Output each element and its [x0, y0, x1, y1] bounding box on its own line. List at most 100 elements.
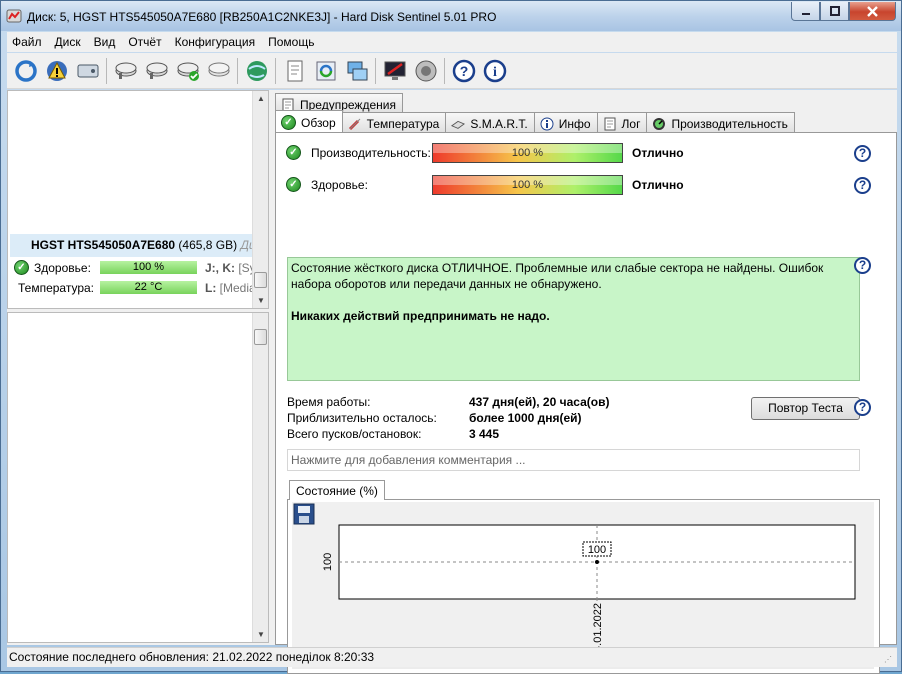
starts-value: 3 445: [469, 427, 500, 441]
save-chart-icon[interactable]: [293, 503, 315, 525]
maximize-button[interactable]: [820, 2, 849, 21]
check-icon: ✓: [286, 177, 301, 192]
check-icon: ✓: [281, 115, 296, 130]
data-label: 100: [588, 544, 606, 556]
scroll-up-icon[interactable]: ▲: [257, 94, 265, 103]
retest-help-icon[interactable]: ?: [854, 399, 871, 416]
tab-health-history[interactable]: Состояние (%): [289, 480, 385, 500]
window-title: Диск: 5, HGST HTS545050A7E680 [RB250A1C2…: [27, 10, 497, 24]
extended-test-button[interactable]: [172, 56, 203, 86]
maximize-icon: [829, 6, 840, 16]
performance-value: 100 %: [511, 147, 544, 159]
sync-button[interactable]: [310, 56, 341, 86]
help-button[interactable]: ?: [448, 56, 479, 86]
performance-help-icon[interactable]: ?: [854, 145, 871, 162]
menu-disk[interactable]: Диск: [50, 35, 89, 49]
retest-button[interactable]: Повтор Теста: [751, 397, 860, 420]
settings-button[interactable]: [379, 56, 410, 86]
short-test-button[interactable]: [141, 56, 172, 86]
client-area: HGST HTS545050A7E680 (465,8 GB) Дис ✓ Зд…: [7, 90, 897, 674]
performance-label: Производительность:: [311, 146, 431, 160]
partition-panel: ▼: [7, 312, 269, 643]
report-button[interactable]: [279, 56, 310, 86]
drive-letters: J:, K: [Sys: [205, 261, 253, 275]
tab-info[interactable]: Инфо: [533, 112, 598, 132]
menu-file[interactable]: Файл: [7, 35, 50, 49]
close-button[interactable]: [849, 2, 896, 21]
speaker-icon: [415, 60, 436, 81]
drive-letters-health: J:, K:: [205, 261, 235, 275]
check-icon: ✓: [286, 145, 301, 160]
x-tick-label: 14.01.2022: [592, 603, 604, 650]
disk-health-row[interactable]: ✓ Здоровье: 100 % J:, K: [Sys: [10, 259, 253, 277]
health-help-icon[interactable]: ?: [854, 177, 871, 194]
disk-list-item-header[interactable]: HGST HTS545050A7E680 (465,8 GB) Дис: [10, 234, 253, 257]
disk-stats: Время работы: 437 дня(ей), 20 часа(ов) П…: [287, 395, 617, 443]
minimize-icon: [801, 13, 810, 15]
menu-configuration[interactable]: Конфигурация: [170, 35, 264, 49]
minimize-button[interactable]: [791, 2, 820, 21]
refresh-button[interactable]: [10, 56, 41, 86]
sound-button[interactable]: [410, 56, 441, 86]
gauge-icon: [652, 117, 666, 131]
conveyance-test-button[interactable]: [203, 56, 234, 86]
disk-list-scrollbar[interactable]: ▲ ▼: [252, 91, 268, 308]
tab-performance[interactable]: Производительность: [646, 112, 795, 132]
tab-temperature-label: Температура: [366, 116, 440, 131]
title-bar[interactable]: Диск: 5, HGST HTS545050A7E680 [RB250A1C2…: [1, 1, 901, 31]
remaining-value: более 1000 дня(ей): [469, 411, 582, 425]
partition-scrollbar[interactable]: ▼: [252, 313, 268, 642]
remaining-row: Приблизительно осталось: более 1000 дня(…: [287, 411, 617, 427]
action-text: Никаких действий предпринимать не надо.: [291, 309, 550, 323]
status-help-icon[interactable]: ?: [854, 257, 871, 274]
health-label: Здоровье:: [34, 261, 91, 275]
globe-icon: [246, 60, 267, 81]
tab-temperature[interactable]: Температура: [341, 112, 447, 132]
disk-info-button[interactable]: [72, 56, 103, 86]
data-point: [595, 560, 599, 564]
starts-row: Всего пусков/остановок: 3 445: [287, 427, 617, 443]
disk-test-icon: [146, 62, 167, 79]
scroll-down-icon[interactable]: ▼: [257, 630, 265, 639]
tab-info-label: Инфо: [558, 116, 591, 131]
temperature-mini-bar: 22 °C: [100, 281, 197, 294]
toolbar-separator: [106, 57, 107, 84]
last-update-text: Состояние последнего обновления: 21.02.2…: [9, 650, 375, 664]
about-button[interactable]: i: [479, 56, 510, 86]
resize-grip-icon[interactable]: ⋰: [884, 655, 894, 665]
health-bar: 100 %: [432, 175, 623, 195]
alert-button[interactable]: [41, 56, 72, 86]
scrollbar-thumb[interactable]: [254, 329, 267, 345]
comment-field[interactable]: Нажмите для добавления комментария ...: [287, 449, 860, 471]
surface-test-button[interactable]: [110, 56, 141, 86]
svg-text:?: ?: [459, 63, 468, 79]
disk-icon: [451, 117, 466, 131]
remaining-label: Приблизительно осталось:: [287, 411, 437, 425]
menu-bar: Файл Диск Вид Отчёт Конфигурация Помощь: [7, 32, 897, 52]
disk-size: (465,8 GB): [178, 238, 238, 252]
tab-smart-label: S.M.A.R.T.: [470, 116, 528, 131]
menu-view[interactable]: Вид: [89, 35, 124, 49]
tab-smart[interactable]: S.M.A.R.T.: [445, 112, 535, 132]
tab-log[interactable]: Лог: [596, 112, 648, 132]
tab-row-bottom: ✓ Обзор Температура S.M.A.R.T. Инфо Лог …: [275, 110, 795, 132]
scroll-down-icon[interactable]: ▼: [257, 296, 265, 305]
disk-temperature-row[interactable]: Температура: 22 °C L: [Media: [10, 279, 253, 297]
network-button[interactable]: [341, 56, 372, 86]
menu-help[interactable]: Помощь: [263, 35, 322, 49]
uptime-row: Время работы: 437 дня(ей), 20 часа(ов): [287, 395, 617, 411]
status-text: Состояние жёсткого диска ОТЛИЧНОЕ. Пробл…: [291, 261, 824, 291]
uptime-label: Время работы:: [287, 395, 371, 409]
toolbar-separator: [275, 57, 276, 84]
scrollbar-thumb[interactable]: [254, 272, 267, 288]
monitor-settings-icon: [384, 61, 405, 80]
disk-list-panel: HGST HTS545050A7E680 (465,8 GB) Дис ✓ Зд…: [7, 90, 269, 309]
tab-overview-label: Обзор: [301, 115, 336, 130]
tab-performance-label: Производительность: [671, 116, 788, 131]
app-icon: [6, 9, 22, 23]
tab-overview[interactable]: ✓ Обзор: [275, 110, 343, 132]
starts-label: Всего пусков/остановок:: [287, 427, 422, 441]
menu-report[interactable]: Отчёт: [123, 35, 169, 49]
toolbar-separator: [375, 57, 376, 84]
web-status-button[interactable]: [241, 56, 272, 86]
